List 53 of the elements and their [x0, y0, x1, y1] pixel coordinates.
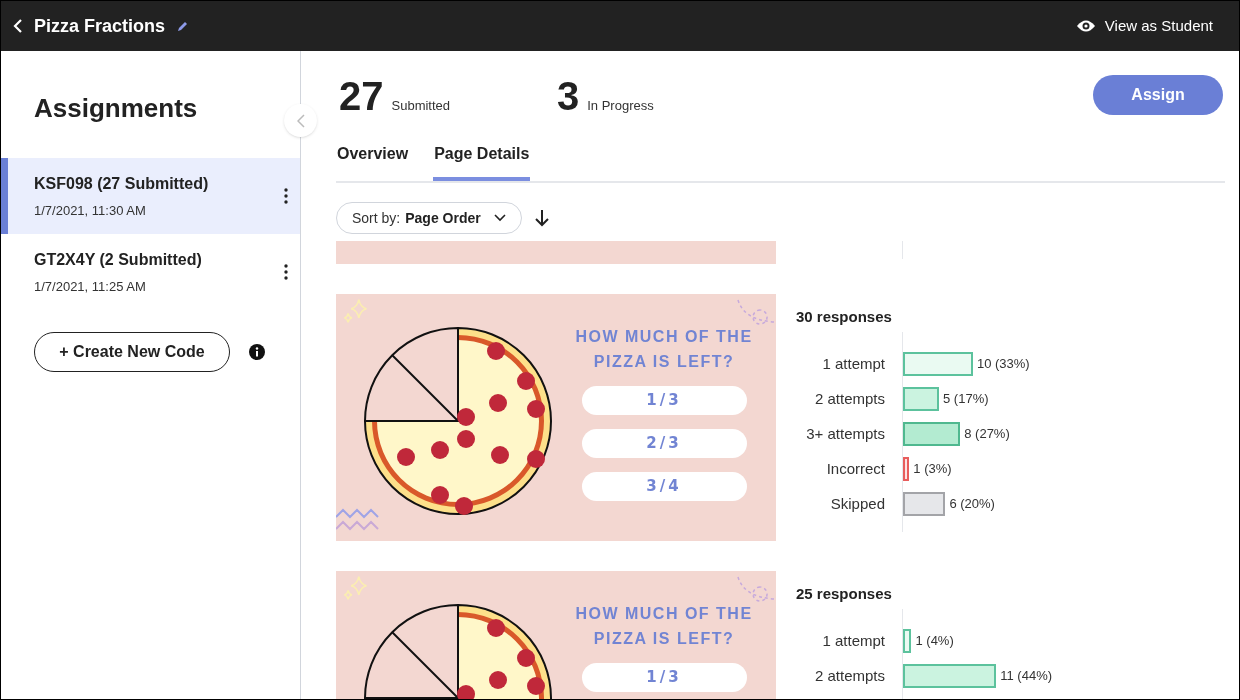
- chevron-down-icon: [493, 214, 506, 222]
- more-icon[interactable]: [284, 188, 288, 204]
- bar-value: 11 (44%): [1000, 667, 1053, 686]
- bar-value: 8 (27%): [964, 425, 1010, 444]
- bar-value: 6 (20%): [949, 495, 995, 514]
- answer-option[interactable]: 2/3: [581, 429, 747, 458]
- doodle-drawing: [736, 575, 776, 603]
- chevron-left-icon: [296, 113, 305, 128]
- code-item[interactable]: KSF098 (27 Submitted) 1/7/2021, 11:30 AM: [1, 158, 300, 234]
- sparkle-icon: [342, 575, 368, 601]
- sort-value: Page Order: [405, 208, 481, 228]
- bar-value: 5 (17%): [943, 390, 989, 409]
- bar-value: 1 (3%): [913, 460, 952, 479]
- tab[interactable]: Page Details: [433, 142, 531, 181]
- view-as-student-button[interactable]: View as Student: [1075, 14, 1213, 38]
- tab[interactable]: Overview: [336, 142, 410, 181]
- question-text: HOW MUCH OF THE PIZZA IS LEFT?: [574, 327, 754, 372]
- bar-label: 1 attempt: [822, 353, 885, 374]
- stat-number: 3: [557, 72, 580, 120]
- bar-label: 2 attempts: [814, 388, 885, 409]
- code-title: GT2X4Y (2 Submitted): [34, 249, 203, 270]
- answer-option[interactable]: 3/4: [581, 472, 747, 501]
- bar-label: 1 attempt: [822, 630, 885, 651]
- bar-label: Skipped: [830, 493, 885, 514]
- answer-option[interactable]: 1/3: [581, 663, 747, 692]
- info-icon[interactable]: [249, 344, 265, 360]
- bar-label: Incorrect: [826, 458, 885, 479]
- sidebar-heading: Assignments: [34, 92, 199, 125]
- question-text: HOW MUCH OF THE PIZZA IS LEFT?: [574, 604, 754, 649]
- arrow-down-icon[interactable]: [533, 209, 550, 227]
- assign-button[interactable]: Assign: [1093, 74, 1223, 115]
- back-icon[interactable]: [11, 18, 25, 34]
- stat-label: In Progress: [587, 96, 654, 115]
- bar-value: 1 (4%): [915, 632, 954, 651]
- pencil-icon[interactable]: [177, 20, 190, 32]
- bar-value: 10 (33%): [976, 355, 1030, 374]
- code-item[interactable]: GT2X4Y (2 Submitted) 1/7/2021, 11:25 AM: [1, 234, 300, 310]
- page-title: Pizza Fractions: [34, 14, 166, 38]
- more-icon[interactable]: [284, 264, 288, 280]
- code-title: KSF098 (27 Submitted): [34, 173, 210, 194]
- code-date: 1/7/2021, 11:25 AM: [34, 277, 147, 296]
- bar-label: 3+ attempts: [806, 423, 885, 444]
- responses-count: 25 responses: [796, 584, 893, 604]
- bar-label: 2 attempts: [814, 665, 885, 686]
- answer-option[interactable]: 1/3: [581, 386, 747, 415]
- stat-number: 27: [339, 72, 384, 120]
- code-date: 1/7/2021, 11:30 AM: [34, 201, 147, 220]
- sort-prefix: Sort by:: [352, 208, 401, 228]
- doodle-drawing: [736, 298, 776, 326]
- stat-label: Submitted: [391, 96, 451, 115]
- responses-count: 30 responses: [796, 307, 893, 327]
- eye-icon: [1075, 19, 1096, 33]
- sparkle-icon: [342, 298, 368, 324]
